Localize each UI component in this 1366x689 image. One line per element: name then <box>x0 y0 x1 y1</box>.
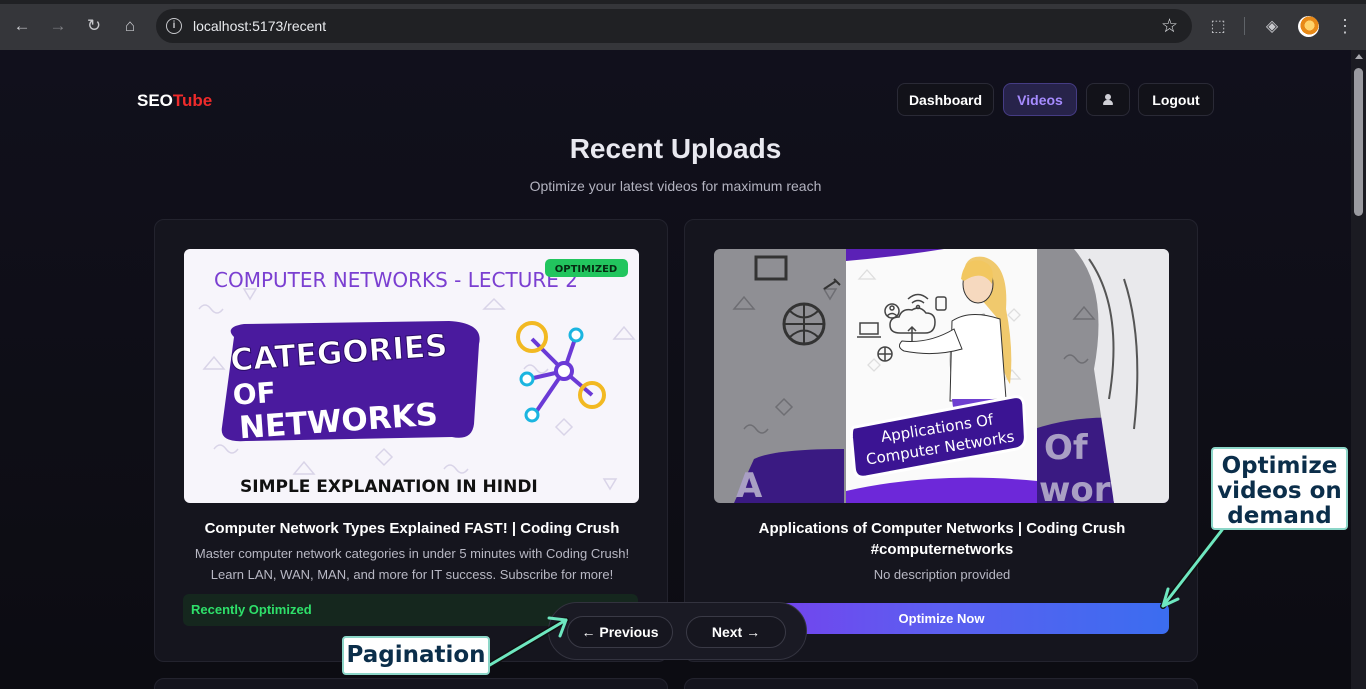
annotation-arrows <box>475 527 1225 675</box>
optimize-callout: Optimize videos on demand <box>1211 447 1348 530</box>
pagination-callout: Pagination <box>342 636 490 675</box>
